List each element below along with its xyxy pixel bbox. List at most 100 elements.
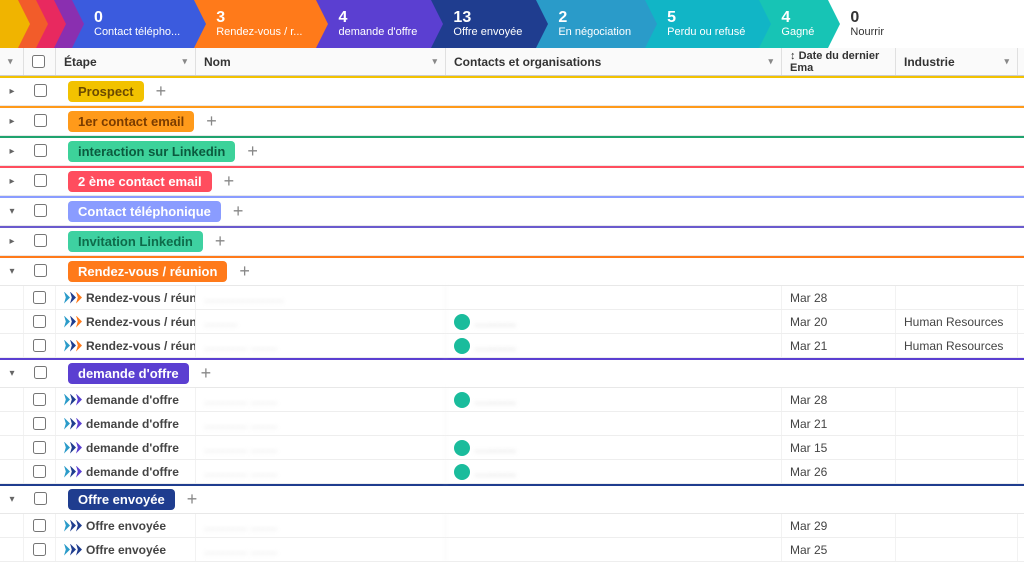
cell-nom: ............. ........ [196, 538, 446, 561]
table-row[interactable]: demande d'offre............. ........…..… [0, 460, 1024, 484]
group-checkbox[interactable] [24, 144, 56, 160]
group-checkbox[interactable] [24, 264, 56, 280]
cell-date: Mar 25 [782, 538, 896, 561]
cell-date: Mar 21 [782, 412, 896, 435]
pipeline-stage[interactable]: 2En négociation [536, 0, 645, 48]
add-icon[interactable]: + [187, 489, 198, 510]
cell-industrie [896, 388, 1018, 411]
cell-industrie [896, 286, 1018, 309]
group-row: 2 ème contact email + [0, 166, 1024, 196]
cell-etape: demande d'offre [56, 412, 196, 435]
stage-count: 3 [216, 10, 302, 26]
group-toggle[interactable] [0, 494, 24, 505]
cell-contacts [446, 412, 782, 435]
stage-label: Perdu ou refusé [667, 26, 745, 38]
row-checkbox[interactable] [24, 436, 56, 459]
group-badge: demande d'offre [68, 363, 189, 384]
stage-label: Gagné [781, 26, 814, 38]
cell-contacts: …......... [446, 310, 782, 333]
cell-industrie: Human Resources [896, 334, 1018, 357]
stage-label: demande d'offre [338, 26, 417, 38]
add-icon[interactable]: + [201, 363, 212, 384]
group-checkbox[interactable] [24, 234, 56, 250]
group-checkbox[interactable] [24, 492, 56, 508]
table-row[interactable]: Rendez-vous / réunion...................… [0, 286, 1024, 310]
table-row[interactable]: demande d'offre............. ........Mar… [0, 412, 1024, 436]
pipeline-chevron [0, 0, 18, 48]
groups-container: Prospect+1er contact email+interaction s… [0, 76, 1024, 562]
cell-etape: Offre envoyée [56, 514, 196, 537]
pipeline-stage[interactable]: 0Nourrir [828, 0, 1024, 48]
avatar [454, 314, 470, 330]
stage-count: 13 [453, 10, 522, 26]
group-toggle[interactable] [0, 116, 24, 127]
stage-label: Offre envoyée [453, 26, 522, 38]
stage-count: 2 [558, 10, 631, 26]
cell-nom: ............. ........ [196, 460, 446, 483]
avatar [454, 464, 470, 480]
col-expand[interactable]: ▾ [0, 48, 24, 75]
table-row[interactable]: demande d'offre............. ........…..… [0, 436, 1024, 460]
cell-etape: demande d'offre [56, 460, 196, 483]
row-checkbox[interactable] [24, 310, 56, 333]
table-row[interactable]: Rendez-vous / réunion............. .....… [0, 334, 1024, 358]
add-icon[interactable]: + [156, 81, 167, 102]
cell-industrie [896, 538, 1018, 561]
group-toggle[interactable] [0, 176, 24, 187]
cell-date: Mar 28 [782, 286, 896, 309]
add-icon[interactable]: + [233, 201, 244, 222]
group-checkbox[interactable] [24, 174, 56, 190]
add-icon[interactable]: + [215, 231, 226, 252]
group-badge: 2 ème contact email [68, 171, 212, 192]
pipeline-header: 0Contact télépho...3Rendez-vous / r...4d… [0, 0, 1024, 48]
group-toggle[interactable] [0, 146, 24, 157]
add-icon[interactable]: + [247, 141, 258, 162]
pipeline-stage[interactable]: 5Perdu ou refusé [645, 0, 759, 48]
row-checkbox[interactable] [24, 460, 56, 483]
group-checkbox[interactable] [24, 366, 56, 382]
row-checkbox[interactable] [24, 538, 56, 561]
pipeline-stage[interactable]: 13Offre envoyée [431, 0, 536, 48]
group-checkbox[interactable] [24, 204, 56, 220]
table-row[interactable]: Offre envoyée............. ........Mar 2… [0, 514, 1024, 538]
row-checkbox[interactable] [24, 388, 56, 411]
cell-contacts [446, 514, 782, 537]
group-checkbox[interactable] [24, 114, 56, 130]
group-toggle[interactable] [0, 368, 24, 379]
col-checkbox[interactable] [24, 48, 56, 75]
group-checkbox[interactable] [24, 84, 56, 100]
row-checkbox[interactable] [24, 334, 56, 357]
group-toggle[interactable] [0, 266, 24, 277]
pipeline-stage[interactable]: 4demande d'offre [316, 0, 431, 48]
col-date[interactable]: ↕ Date du dernier Ema [782, 48, 896, 75]
table-row[interactable]: Rendez-vous / réunion..........…........… [0, 310, 1024, 334]
pipeline-stage[interactable]: 3Rendez-vous / r... [194, 0, 316, 48]
group-toggle[interactable] [0, 236, 24, 247]
stage-count: 4 [338, 10, 417, 26]
row-checkbox[interactable] [24, 286, 56, 309]
table-row[interactable]: demande d'offre............. ........…..… [0, 388, 1024, 412]
cell-nom: ........................ [196, 286, 446, 309]
group-toggle[interactable] [0, 206, 24, 217]
row-checkbox[interactable] [24, 514, 56, 537]
add-icon[interactable]: + [224, 171, 235, 192]
group-badge: Prospect [68, 81, 144, 102]
add-icon[interactable]: + [239, 261, 250, 282]
cell-nom: ............. ........ [196, 436, 446, 459]
cell-date: Mar 29 [782, 514, 896, 537]
stage-count: 4 [781, 10, 814, 26]
group-row: Invitation Linkedin+ [0, 226, 1024, 256]
table-row[interactable]: Offre envoyée............. ........Mar 2… [0, 538, 1024, 562]
row-checkbox[interactable] [24, 412, 56, 435]
add-icon[interactable]: + [206, 111, 217, 132]
col-industrie[interactable]: Industrie▾ [896, 48, 1018, 75]
stage-count: 0 [850, 10, 1010, 26]
stage-label: Rendez-vous / r... [216, 26, 302, 38]
col-nom[interactable]: Nom▾ [196, 48, 446, 75]
cell-etape: Rendez-vous / réunion [56, 286, 196, 309]
group-toggle[interactable] [0, 86, 24, 97]
col-contacts[interactable]: Contacts et organisations▾ [446, 48, 782, 75]
pipeline-stage[interactable]: 0Contact télépho... [72, 0, 194, 48]
cell-etape: Rendez-vous / réunion [56, 334, 196, 357]
col-etape[interactable]: Étape▾ [56, 48, 196, 75]
